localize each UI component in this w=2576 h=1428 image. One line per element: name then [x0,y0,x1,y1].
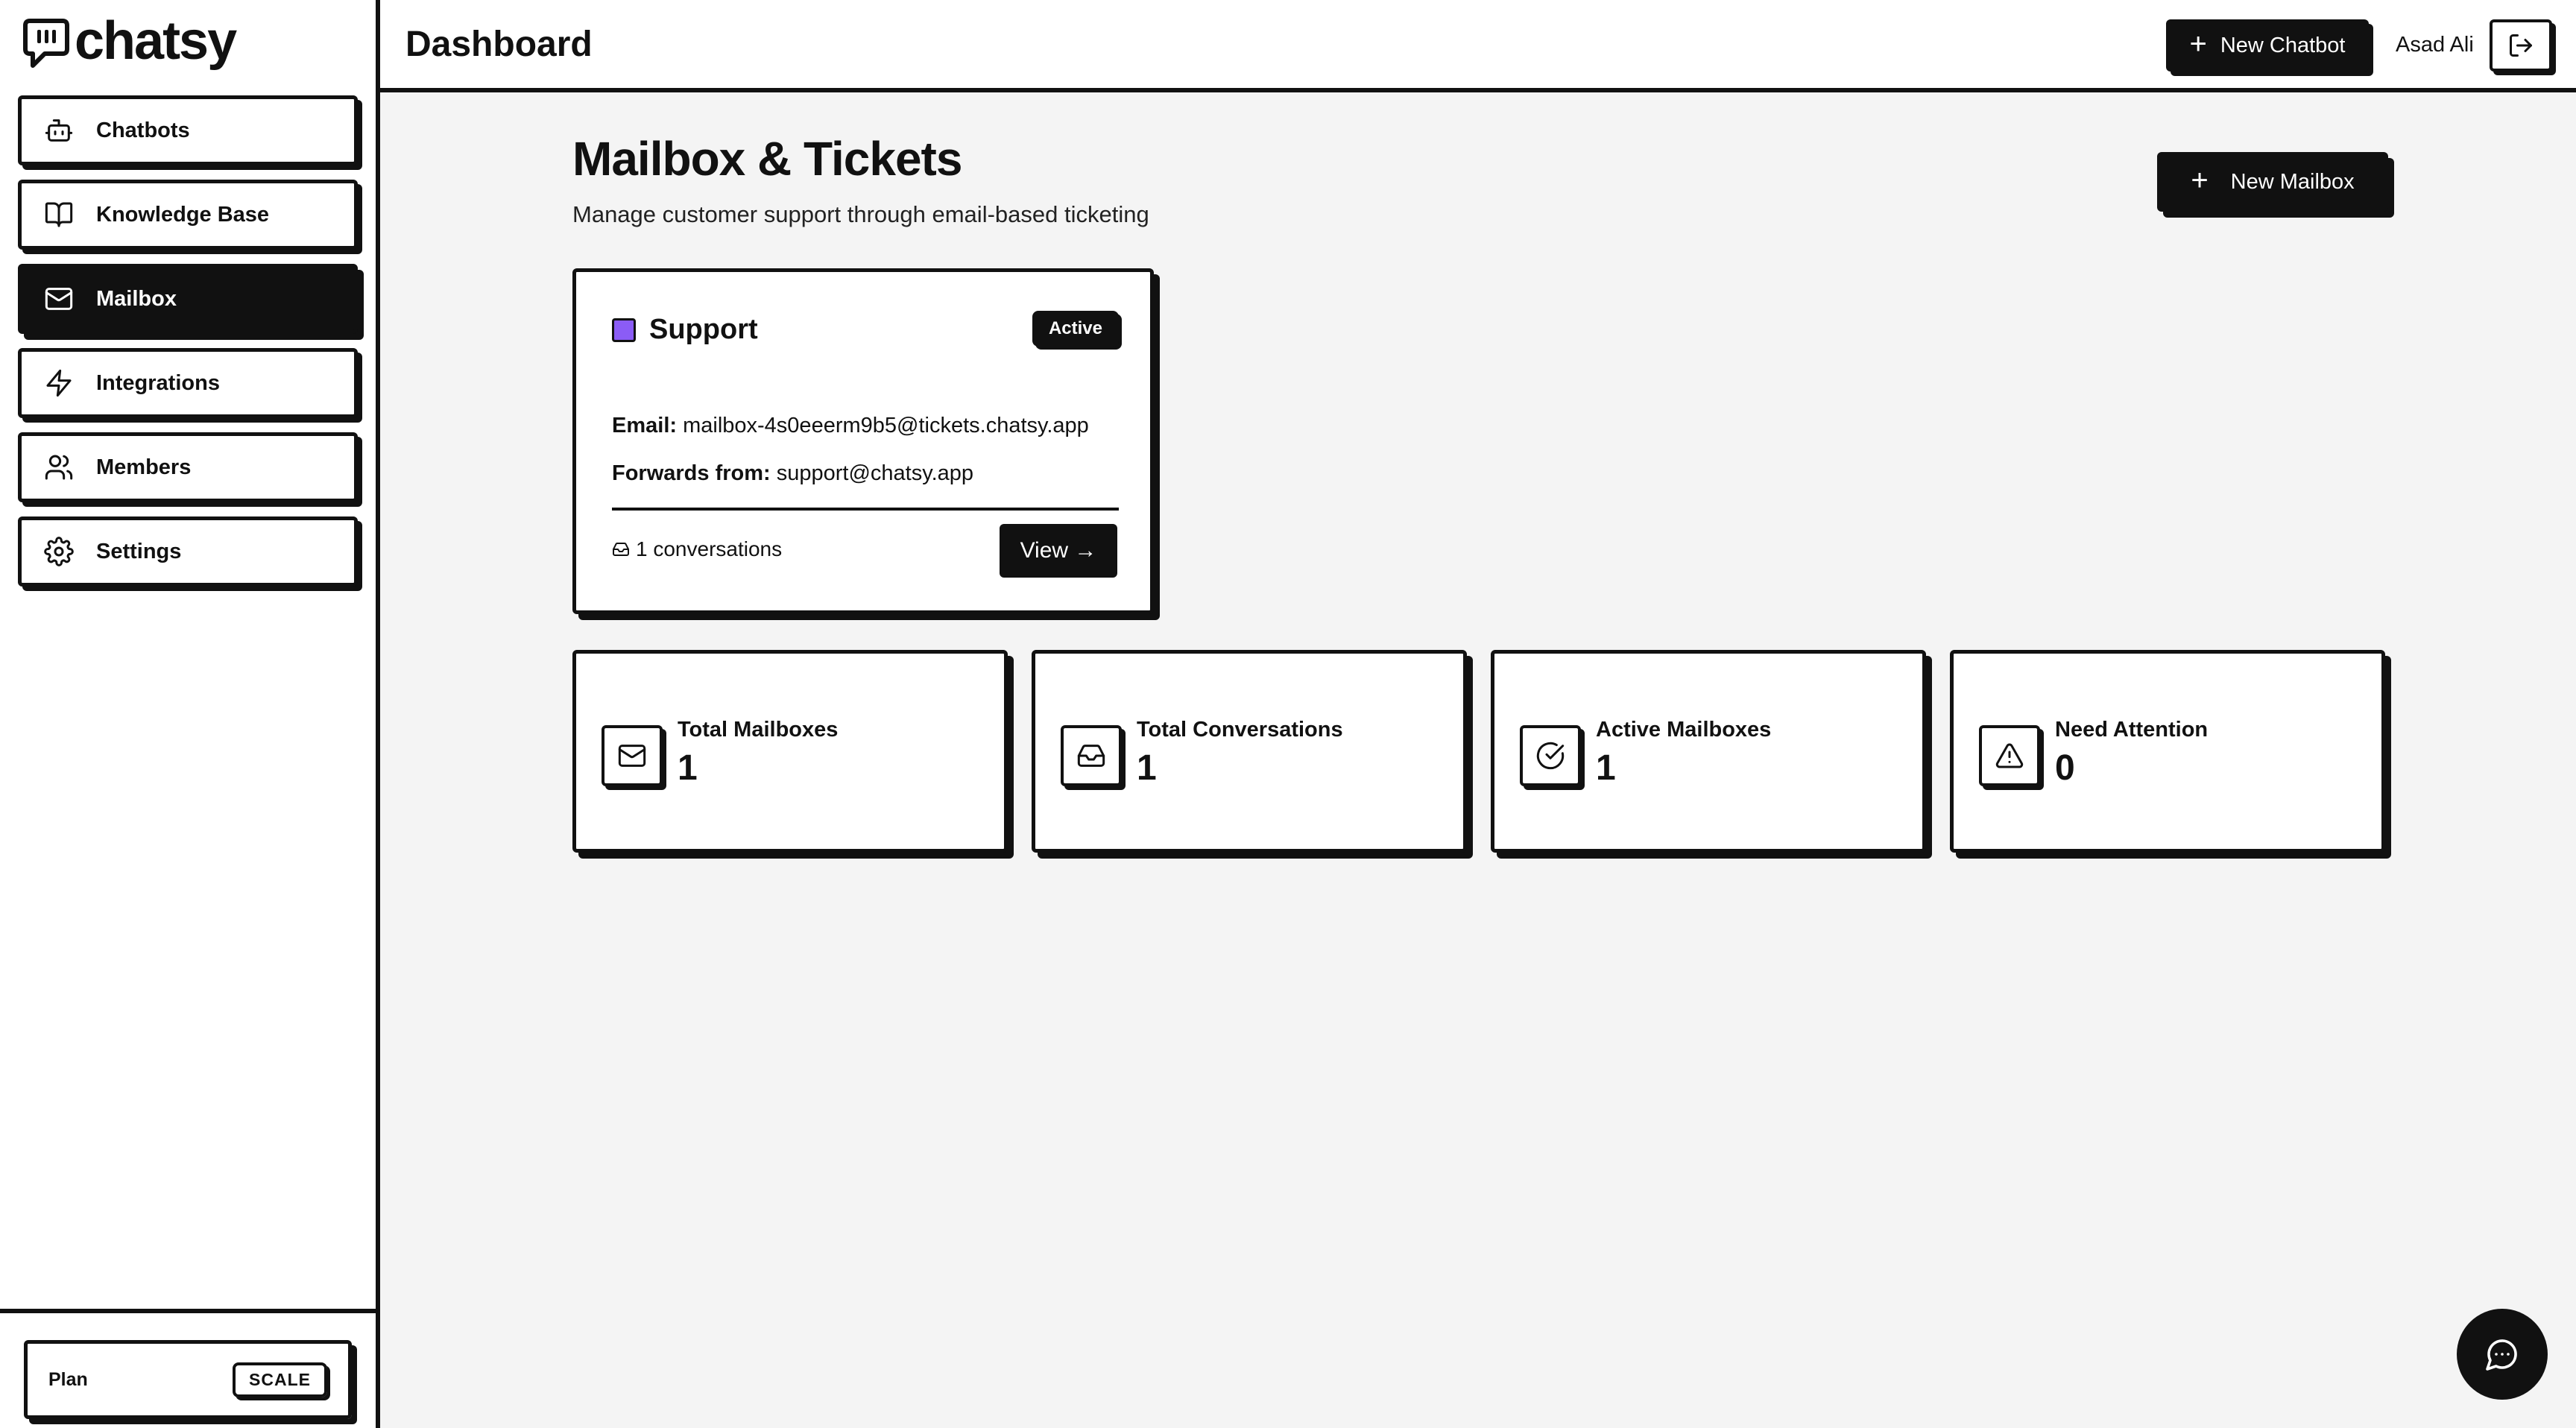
mailbox-color-swatch [612,318,636,342]
divider [612,508,1119,511]
message-circle-icon [2484,1336,2520,1372]
sidebar-item-label: Knowledge Base [96,202,270,227]
mailbox-card[interactable]: Support Active Email: mailbox-4s0eeerm9b… [572,268,1154,614]
sidebar-item-label: Members [96,455,192,479]
chat-bubble-icon [22,16,70,70]
inbox-icon [1061,725,1122,786]
new-chatbot-label: New Chatbot [2220,33,2346,57]
stat-label: Need Attention [2055,718,2209,742]
new-mailbox-label: New Mailbox [2230,169,2355,194]
sidebar-item-settings[interactable]: Settings [18,516,358,587]
stat-label: Active Mailboxes [1596,718,1772,742]
logout-icon [2507,32,2534,59]
conversation-count: 1 conversations [612,537,782,561]
stat-value: 0 [2055,748,2075,788]
page-title: Dashboard [405,25,593,64]
section-subtitle: Manage customer support through email-ba… [572,201,1149,227]
brand-name: chatsy [75,11,237,71]
warning-icon [1979,725,2040,786]
stat-label: Total Conversations [1137,718,1343,742]
chat-widget-button[interactable] [2457,1309,2548,1400]
conversation-count-text: 1 conversations [636,537,783,560]
sidebar-footer: Plan SCALE [0,1309,376,1428]
sidebar: chatsy Chatbots Knowledge Base Mailbox I… [0,0,380,1428]
stat-card-need-attention: Need Attention 0 [1950,650,2385,853]
user-name: Asad Ali [2396,33,2474,57]
mail-icon [44,284,74,314]
plus-icon: + [2191,164,2209,197]
brand-logo[interactable]: chatsy [22,11,237,71]
mail-icon [602,725,663,786]
stat-card-total-conversations: Total Conversations 1 [1032,650,1467,853]
sidebar-item-knowledge-base[interactable]: Knowledge Base [18,180,358,250]
sidebar-item-chatbots[interactable]: Chatbots [18,95,358,165]
bot-icon [44,116,74,145]
sidebar-nav: Chatbots Knowledge Base Mailbox Integrat… [18,95,358,601]
lightning-icon [44,368,74,398]
sidebar-item-label: Settings [96,539,182,563]
inbox-icon [612,540,630,558]
stat-value: 1 [1596,748,1616,788]
stat-value: 1 [678,748,698,788]
sidebar-item-label: Integrations [96,370,220,395]
sidebar-item-label: Mailbox [96,286,177,311]
plan-label: Plan [48,1368,88,1390]
sidebar-item-mailbox[interactable]: Mailbox [18,264,358,334]
logout-button[interactable] [2490,19,2552,72]
book-icon [44,200,74,230]
sidebar-item-members[interactable]: Members [18,432,358,502]
email-label: Email: [612,414,678,437]
plus-icon: + [2189,28,2207,60]
plan-card[interactable]: Plan SCALE [24,1340,352,1419]
gear-icon [44,537,74,566]
plan-badge: SCALE [233,1362,327,1397]
stat-card-total-mailboxes: Total Mailboxes 1 [572,650,1008,853]
sidebar-item-integrations[interactable]: Integrations [18,348,358,418]
mailbox-name: Support [649,314,758,345]
mailbox-forwards-row: Forwards from: support@chatsy.app [612,461,973,486]
sidebar-item-label: Chatbots [96,118,190,142]
check-circle-icon [1520,725,1581,786]
new-mailbox-button[interactable]: + New Mailbox [2157,152,2388,212]
stat-label: Total Mailboxes [678,718,839,742]
stats-row: Total Mailboxes 1 Total Conversations 1 … [572,650,2385,853]
new-chatbot-button[interactable]: + New Chatbot [2166,19,2369,72]
status-badge: Active [1032,311,1119,347]
stat-card-active-mailboxes: Active Mailboxes 1 [1491,650,1926,853]
mailbox-email-row: Email: mailbox-4s0eeerm9b5@tickets.chats… [612,414,1089,438]
users-icon [44,452,74,482]
email-value: mailbox-4s0eeerm9b5@tickets.chatsy.app [683,414,1089,437]
forwards-value: support@chatsy.app [776,461,974,485]
section-title: Mailbox & Tickets [572,132,962,186]
top-header: Dashboard + New Chatbot Asad Ali [380,0,2576,92]
view-mailbox-button[interactable]: View → [1000,524,1117,578]
forwards-label: Forwards from: [612,461,771,485]
stat-value: 1 [1137,748,1157,788]
